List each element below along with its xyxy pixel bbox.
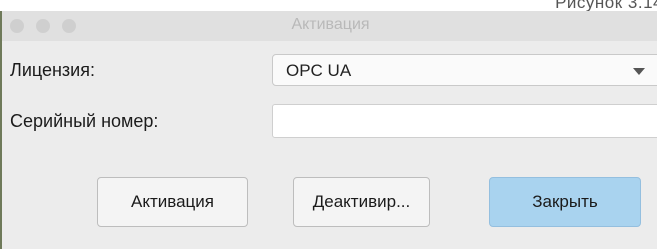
license-dropdown[interactable]: OPC UA [272,54,657,86]
activate-button[interactable]: Активация [97,177,248,227]
license-label: Лицензия: [10,60,95,80]
deactivate-button[interactable]: Деактивир... [293,177,430,227]
title-bar: Активация [2,11,657,41]
close-button[interactable]: Закрыть [489,177,641,227]
window-title: Активация [291,16,370,33]
activation-dialog: Активация Лицензия: OPC UA Серийный номе… [0,11,657,249]
serial-number-input[interactable] [272,104,657,138]
serial-number-label: Серийный номер: [10,111,159,131]
chevron-down-icon [633,68,645,75]
license-dropdown-value: OPC UA [286,61,352,80]
